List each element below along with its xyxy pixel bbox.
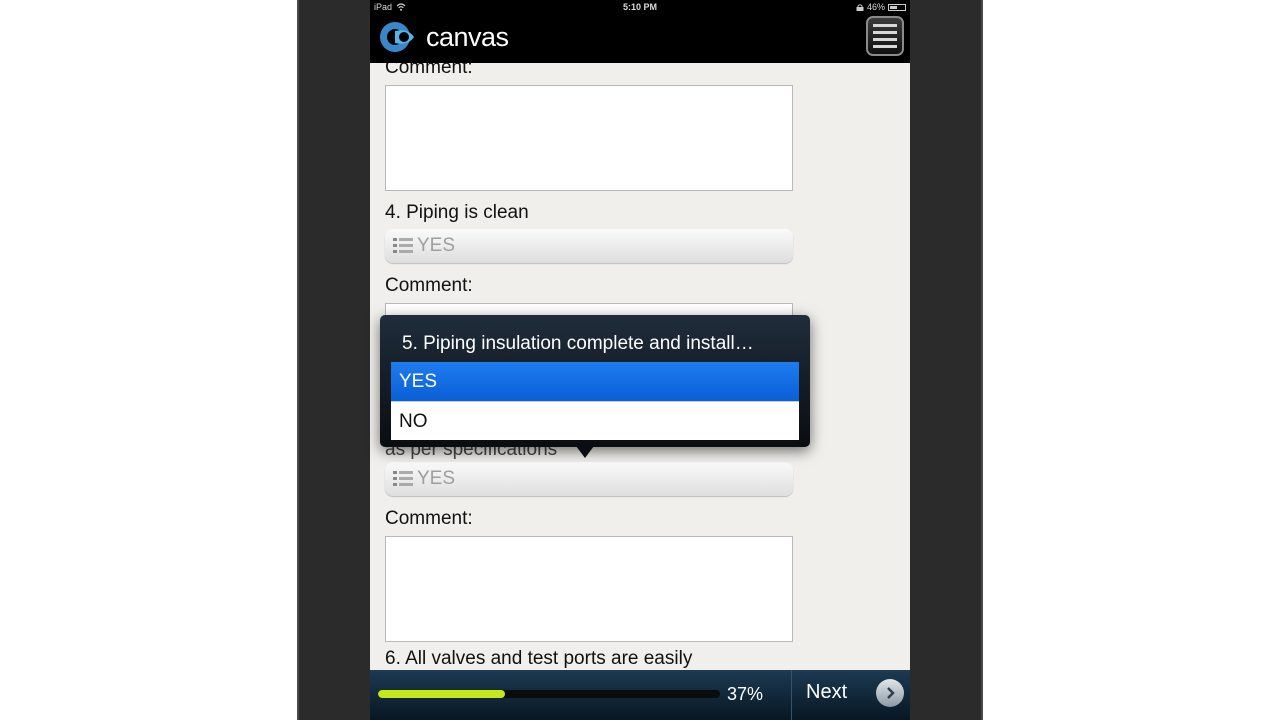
option-no[interactable]: NO xyxy=(391,401,799,440)
popover-title: 5. Piping insulation complete and instal… xyxy=(402,333,754,354)
app-name: canvas xyxy=(426,21,509,52)
comment-field[interactable] xyxy=(385,536,793,642)
bottom-bar: 37% Next xyxy=(370,670,910,720)
hamburger-menu-icon[interactable] xyxy=(866,16,904,56)
next-label: Next xyxy=(806,681,848,703)
comment-label: Comment: xyxy=(385,508,473,529)
battery-percent: 46% xyxy=(866,2,885,12)
battery-icon xyxy=(888,3,906,11)
question-6-label: 6. All valves and test ports are easily xyxy=(385,648,693,669)
lock-icon xyxy=(856,3,864,11)
selection-popover: 5. Piping insulation complete and instal… xyxy=(380,315,810,447)
canvas-logo: canvas xyxy=(378,20,509,54)
question-5-value: YES xyxy=(417,468,456,489)
canvas-logo-icon xyxy=(380,22,414,52)
progress-fill xyxy=(378,690,505,698)
question-4-select[interactable]: YES xyxy=(385,229,793,263)
question-4-value: YES xyxy=(417,235,456,256)
list-icon xyxy=(393,238,413,253)
comment-field[interactable] xyxy=(385,85,793,191)
chevron-right-icon xyxy=(876,679,904,707)
status-time: 5:10 PM xyxy=(622,2,657,12)
option-yes[interactable]: YES xyxy=(391,362,799,401)
comment-label: Comment: xyxy=(385,275,473,296)
next-button[interactable]: Next xyxy=(792,670,910,720)
status-bar: iPad 5:10 PM 46% xyxy=(370,0,910,14)
question-4-label: 4. Piping is clean xyxy=(385,202,529,223)
list-icon xyxy=(393,471,413,486)
progress-percent: 37% xyxy=(727,684,764,704)
app-header: canvas xyxy=(370,14,910,63)
comment-label: Comment: xyxy=(385,63,473,78)
question-5-select[interactable]: YES xyxy=(385,462,793,496)
progress-bar xyxy=(378,690,720,698)
popover-arrow xyxy=(576,446,594,458)
